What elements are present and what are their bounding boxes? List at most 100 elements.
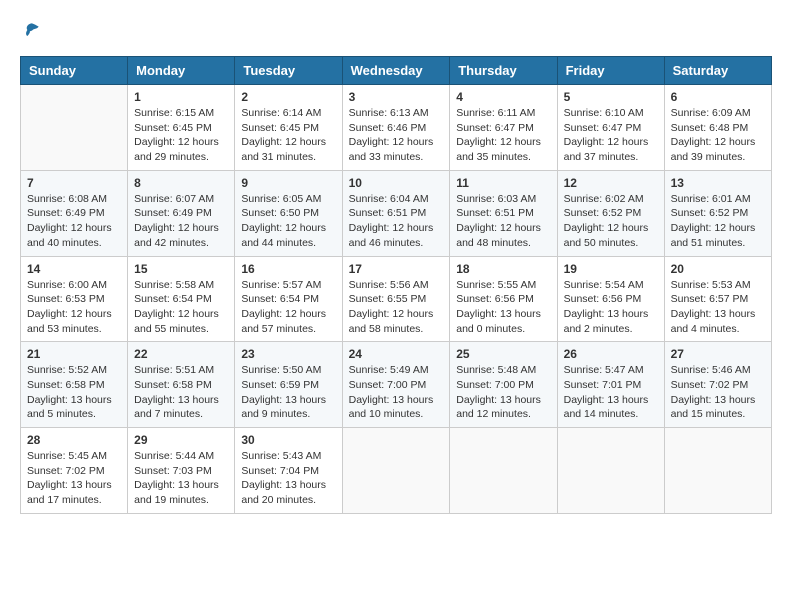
day-number: 1 (134, 90, 228, 104)
day-info: Sunrise: 5:50 AM Sunset: 6:59 PM Dayligh… (241, 363, 335, 422)
calendar-table: SundayMondayTuesdayWednesdayThursdayFrid… (20, 56, 772, 514)
calendar-cell: 4Sunrise: 6:11 AM Sunset: 6:47 PM Daylig… (450, 85, 557, 171)
calendar-cell: 12 Sunrise: 6:02 AM Sunset: 6:52 PM Dayli… (557, 170, 664, 256)
calendar-cell: 1 Sunrise: 6:15 AM Sunset: 6:45 PM Daylig… (128, 85, 235, 171)
day-number: 10 (349, 176, 444, 190)
calendar-cell (342, 428, 450, 514)
day-info: Sunrise: 5:48 AM Sunset: 7:00 PM Dayligh… (456, 363, 550, 422)
day-info: Sunrise: 5:45 AM Sunset: 7:02 PM Dayligh… (27, 449, 121, 508)
calendar-cell (664, 428, 771, 514)
calendar-cell: 5 Sunrise: 6:10 AM Sunset: 6:47 PM Daylig… (557, 85, 664, 171)
calendar-cell: 28 Sunrise: 5:45 AM Sunset: 7:02 PM Dayli… (21, 428, 128, 514)
day-info: Sunrise: 5:54 AM Sunset: 6:56 PM Dayligh… (564, 278, 658, 337)
day-info: Sunrise: 6:09 AM Sunset: 6:48 PM Dayligh… (671, 106, 765, 165)
calendar-cell: 11Sunrise: 6:03 AM Sunset: 6:51 PM Dayli… (450, 170, 557, 256)
day-number: 16 (241, 262, 335, 276)
day-header-monday: Monday (128, 57, 235, 85)
calendar-week-row: 1 Sunrise: 6:15 AM Sunset: 6:45 PM Daylig… (21, 85, 772, 171)
day-number: 17 (349, 262, 444, 276)
calendar-cell (21, 85, 128, 171)
calendar-cell (450, 428, 557, 514)
calendar-cell: 13 Sunrise: 6:01 AM Sunset: 6:52 PM Dayli… (664, 170, 771, 256)
calendar-cell: 29Sunrise: 5:44 AM Sunset: 7:03 PM Dayli… (128, 428, 235, 514)
day-number: 15 (134, 262, 228, 276)
day-info: Sunrise: 6:07 AM Sunset: 6:49 PM Dayligh… (134, 192, 228, 251)
page-header (20, 20, 772, 40)
calendar-cell: 18 Sunrise: 5:55 AM Sunset: 6:56 PM Dayli… (450, 256, 557, 342)
calendar-cell: 8 Sunrise: 6:07 AM Sunset: 6:49 PM Daylig… (128, 170, 235, 256)
day-info: Sunrise: 6:08 AM Sunset: 6:49 PM Dayligh… (27, 192, 121, 251)
day-info: Sunrise: 6:10 AM Sunset: 6:47 PM Dayligh… (564, 106, 658, 165)
day-info: Sunrise: 6:13 AM Sunset: 6:46 PM Dayligh… (349, 106, 444, 165)
day-number: 26 (564, 347, 658, 361)
day-number: 27 (671, 347, 765, 361)
day-info: Sunrise: 5:57 AM Sunset: 6:54 PM Dayligh… (241, 278, 335, 337)
logo (20, 20, 42, 40)
day-info: Sunrise: 6:00 AM Sunset: 6:53 PM Dayligh… (27, 278, 121, 337)
calendar-cell: 9 Sunrise: 6:05 AM Sunset: 6:50 PM Daylig… (235, 170, 342, 256)
day-info: Sunrise: 5:58 AM Sunset: 6:54 PM Dayligh… (134, 278, 228, 337)
day-number: 23 (241, 347, 335, 361)
day-info: Sunrise: 6:05 AM Sunset: 6:50 PM Dayligh… (241, 192, 335, 251)
calendar-cell: 15 Sunrise: 5:58 AM Sunset: 6:54 PM Dayli… (128, 256, 235, 342)
day-number: 9 (241, 176, 335, 190)
calendar-cell (557, 428, 664, 514)
day-info: Sunrise: 5:52 AM Sunset: 6:58 PM Dayligh… (27, 363, 121, 422)
day-number: 25 (456, 347, 550, 361)
day-header-sunday: Sunday (21, 57, 128, 85)
calendar-cell: 7 Sunrise: 6:08 AM Sunset: 6:49 PM Daylig… (21, 170, 128, 256)
calendar-week-row: 21 Sunrise: 5:52 AM Sunset: 6:58 PM Dayli… (21, 342, 772, 428)
day-number: 21 (27, 347, 121, 361)
day-info: Sunrise: 5:51 AM Sunset: 6:58 PM Dayligh… (134, 363, 228, 422)
day-info: Sunrise: 5:56 AM Sunset: 6:55 PM Dayligh… (349, 278, 444, 337)
day-number: 22 (134, 347, 228, 361)
calendar-cell: 21 Sunrise: 5:52 AM Sunset: 6:58 PM Dayli… (21, 342, 128, 428)
day-header-tuesday: Tuesday (235, 57, 342, 85)
day-info: Sunrise: 6:15 AM Sunset: 6:45 PM Dayligh… (134, 106, 228, 165)
day-info: Sunrise: 6:02 AM Sunset: 6:52 PM Dayligh… (564, 192, 658, 251)
day-number: 5 (564, 90, 658, 104)
day-info: Sunrise: 5:55 AM Sunset: 6:56 PM Dayligh… (456, 278, 550, 337)
day-number: 13 (671, 176, 765, 190)
day-info: Sunrise: 5:46 AM Sunset: 7:02 PM Dayligh… (671, 363, 765, 422)
calendar-cell: 26 Sunrise: 5:47 AM Sunset: 7:01 PM Dayli… (557, 342, 664, 428)
calendar-cell: 19 Sunrise: 5:54 AM Sunset: 6:56 PM Dayli… (557, 256, 664, 342)
day-number: 19 (564, 262, 658, 276)
logo-bird-icon (22, 20, 42, 40)
calendar-cell: 6 Sunrise: 6:09 AM Sunset: 6:48 PM Daylig… (664, 85, 771, 171)
day-info: Sunrise: 5:44 AM Sunset: 7:03 PM Dayligh… (134, 449, 228, 508)
day-header-thursday: Thursday (450, 57, 557, 85)
calendar-cell: 25 Sunrise: 5:48 AM Sunset: 7:00 PM Dayli… (450, 342, 557, 428)
day-number: 6 (671, 90, 765, 104)
day-number: 30 (241, 433, 335, 447)
calendar-cell: 22 Sunrise: 5:51 AM Sunset: 6:58 PM Dayli… (128, 342, 235, 428)
day-number: 11 (456, 176, 550, 190)
day-number: 12 (564, 176, 658, 190)
day-number: 3 (349, 90, 444, 104)
calendar-week-row: 14Sunrise: 6:00 AM Sunset: 6:53 PM Dayli… (21, 256, 772, 342)
day-header-wednesday: Wednesday (342, 57, 450, 85)
calendar-cell: 3 Sunrise: 6:13 AM Sunset: 6:46 PM Daylig… (342, 85, 450, 171)
calendar-cell: 2Sunrise: 6:14 AM Sunset: 6:45 PM Daylig… (235, 85, 342, 171)
day-number: 2 (241, 90, 335, 104)
day-header-saturday: Saturday (664, 57, 771, 85)
day-info: Sunrise: 5:49 AM Sunset: 7:00 PM Dayligh… (349, 363, 444, 422)
calendar-cell: 10 Sunrise: 6:04 AM Sunset: 6:51 PM Dayli… (342, 170, 450, 256)
day-number: 18 (456, 262, 550, 276)
calendar-week-row: 28 Sunrise: 5:45 AM Sunset: 7:02 PM Dayli… (21, 428, 772, 514)
calendar-week-row: 7 Sunrise: 6:08 AM Sunset: 6:49 PM Daylig… (21, 170, 772, 256)
day-info: Sunrise: 5:47 AM Sunset: 7:01 PM Dayligh… (564, 363, 658, 422)
day-info: Sunrise: 6:04 AM Sunset: 6:51 PM Dayligh… (349, 192, 444, 251)
calendar-cell: 27 Sunrise: 5:46 AM Sunset: 7:02 PM Dayli… (664, 342, 771, 428)
day-number: 8 (134, 176, 228, 190)
calendar-cell: 20 Sunrise: 5:53 AM Sunset: 6:57 PM Dayli… (664, 256, 771, 342)
day-number: 7 (27, 176, 121, 190)
day-number: 24 (349, 347, 444, 361)
calendar-cell: 23 Sunrise: 5:50 AM Sunset: 6:59 PM Dayli… (235, 342, 342, 428)
day-info: Sunrise: 5:43 AM Sunset: 7:04 PM Dayligh… (241, 449, 335, 508)
day-info: Sunrise: 5:53 AM Sunset: 6:57 PM Dayligh… (671, 278, 765, 337)
day-number: 20 (671, 262, 765, 276)
day-info: Sunrise: 6:01 AM Sunset: 6:52 PM Dayligh… (671, 192, 765, 251)
day-number: 28 (27, 433, 121, 447)
calendar-cell: 17 Sunrise: 5:56 AM Sunset: 6:55 PM Dayli… (342, 256, 450, 342)
